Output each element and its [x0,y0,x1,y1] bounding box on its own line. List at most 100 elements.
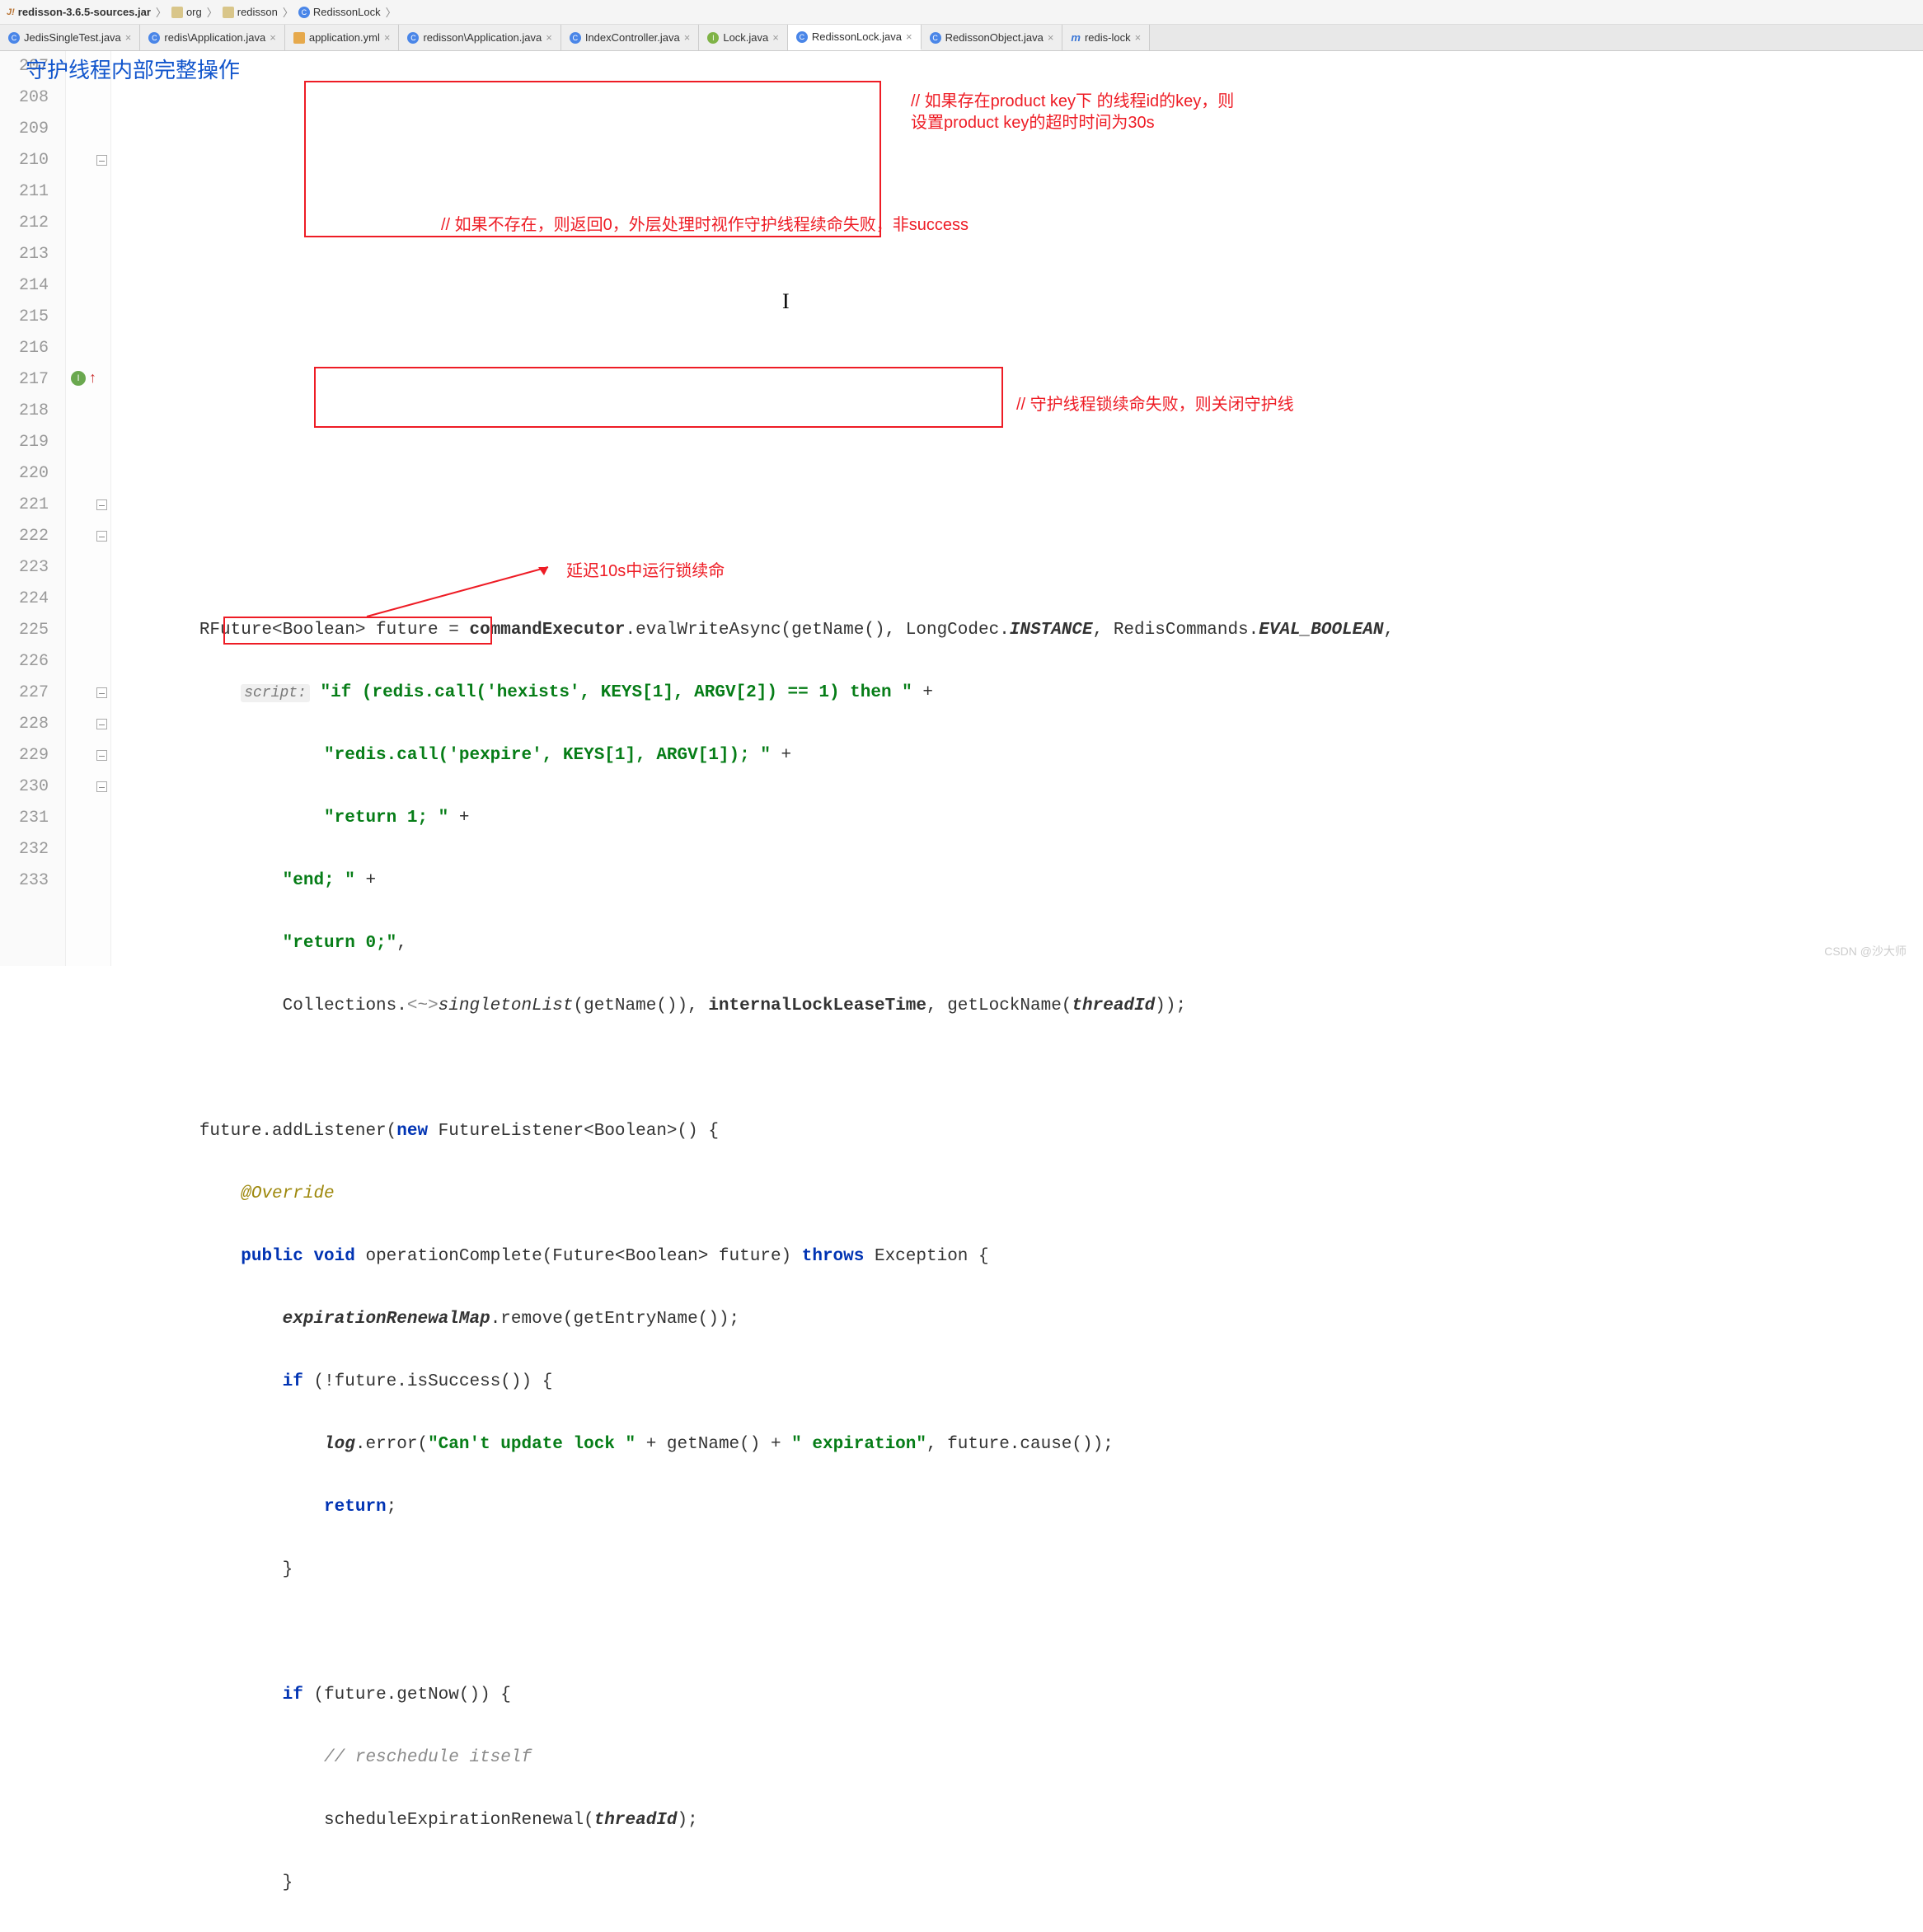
marker-slot [66,458,110,490]
line-number: 220 [0,458,49,490]
marker-slot: I↑ [66,364,110,396]
close-icon[interactable]: × [384,31,391,44]
fold-icon[interactable] [96,531,107,542]
red-box-error [314,367,1003,428]
code-area[interactable]: 守护线程内部完整操作 // 如果存在product key下 的线程id的key… [111,51,1923,966]
tab-redis-lock[interactable]: mredis-lock× [1062,25,1150,50]
code-line: scheduleExpirationRenewal(threadId); [116,1805,1923,1836]
fold-icon[interactable] [96,687,107,698]
line-number: 211 [0,176,49,208]
marker-slot [66,239,110,270]
tab-application-yml[interactable]: application.yml× [285,25,400,50]
class-icon: C [796,31,808,43]
class-icon: C [148,32,160,44]
bc-jar[interactable]: J! redisson-3.6.5-sources.jar [7,6,151,18]
fold-icon[interactable] [96,499,107,510]
marker-slot [66,584,110,615]
marker-slot [66,333,110,364]
fold-icon[interactable] [96,750,107,761]
marker-slot [66,82,110,114]
bc-sep-icon: 〉 [156,4,167,20]
line-number: 214 [0,270,49,302]
breadcrumb: J! redisson-3.6.5-sources.jar 〉 org 〉 re… [0,0,1923,25]
line-number: 230 [0,771,49,803]
editor: 2072082092102112122132142152162172182192… [0,51,1923,966]
close-icon[interactable]: × [906,30,912,43]
fold-icon[interactable] [96,781,107,792]
fold-icon[interactable] [96,155,107,166]
marker-slot [66,771,110,803]
tab-redisson-lock[interactable]: CRedissonLock.java× [788,25,922,50]
marker-slot [66,302,110,333]
marker-slot [66,740,110,771]
close-icon[interactable]: × [270,31,276,44]
code-line: @Override [116,1179,1923,1210]
line-number: 209 [0,114,49,145]
line-number: 226 [0,646,49,678]
line-number: 229 [0,740,49,771]
code-line: "redis.call('pexpire', KEYS[1], ARGV[1])… [116,740,1923,771]
marker-slot [66,208,110,239]
marker-slot [66,427,110,458]
package-icon [171,7,183,18]
bc-sep-icon: 〉 [386,4,396,20]
marker-slot [66,114,110,145]
line-number: 208 [0,82,49,114]
tab-redis-app[interactable]: Credis\Application.java× [140,25,284,50]
close-icon[interactable]: × [1048,31,1054,44]
yaml-icon [293,32,305,44]
tab-jedis-test[interactable]: CJedisSingleTest.java× [0,25,140,50]
class-icon: C [298,7,310,18]
class-icon: C [407,32,419,44]
code-line: public void operationComplete(Future<Boo… [116,1241,1923,1273]
bc-pkg-redisson[interactable]: redisson [223,6,278,18]
fold-icon[interactable] [96,719,107,729]
tab-redisson-object[interactable]: CRedissonObject.java× [922,25,1063,50]
close-icon[interactable]: × [546,31,552,44]
code-line: Collections.<~>singletonList(getName()),… [116,991,1923,1022]
close-icon[interactable]: × [772,31,779,44]
marker-slot [66,646,110,678]
code-line: } [116,1555,1923,1586]
bc-pkg-org[interactable]: org [171,6,202,18]
annotation-red-delay: 延迟10s中运行锁续命 [566,556,725,587]
line-number: 215 [0,302,49,333]
close-icon[interactable]: × [684,31,691,44]
close-icon[interactable]: × [1135,31,1142,44]
jar-icon: J! [7,7,15,17]
override-marker-icon[interactable]: I [71,371,86,386]
marker-slot [66,803,110,834]
code-line: return; [116,1492,1923,1523]
bc-class[interactable]: CRedissonLock [298,6,381,18]
line-number: 216 [0,333,49,364]
line-number: 213 [0,239,49,270]
code-line: // reschedule itself [116,1742,1923,1774]
line-number: 219 [0,427,49,458]
line-number: 223 [0,552,49,584]
marker-slot [66,678,110,709]
line-number: 227 [0,678,49,709]
editor-tabs: CJedisSingleTest.java× Credis\Applicatio… [0,25,1923,51]
marker-slot [66,865,110,897]
line-number: 232 [0,834,49,865]
code-line: } [116,1868,1923,1899]
tab-index-controller[interactable]: CIndexController.java× [561,25,700,50]
package-icon [223,7,234,18]
code-line: "end; " + [116,865,1923,897]
line-number: 225 [0,615,49,646]
close-icon[interactable]: × [125,31,132,44]
red-arrow-icon [359,559,573,625]
line-number: 222 [0,521,49,552]
code-line: } [116,1930,1923,1932]
code-line: future.addListener(new FutureListener<Bo… [116,1116,1923,1147]
bc-sep-icon: 〉 [207,4,218,20]
tab-redisson-app[interactable]: Credisson\Application.java× [399,25,560,50]
marker-slot [66,396,110,427]
line-number: 218 [0,396,49,427]
code-line [116,1617,1923,1648]
line-number: 228 [0,709,49,740]
tab-lock[interactable]: ILock.java× [699,25,788,50]
marker-slot [66,145,110,176]
line-number: 231 [0,803,49,834]
marker-slot [66,270,110,302]
